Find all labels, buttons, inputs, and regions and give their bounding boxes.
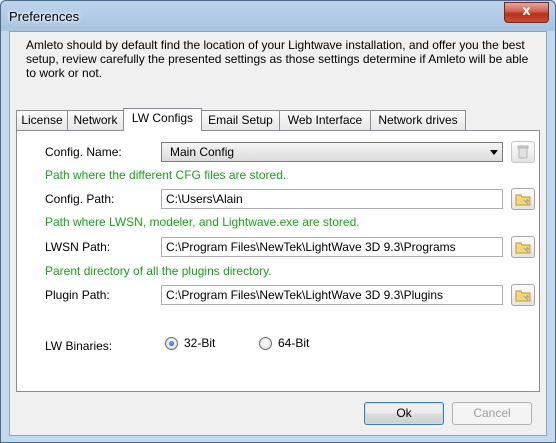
title-bar[interactable]: Preferences x (1, 1, 555, 31)
radio-32-bit-label[interactable]: 32-Bit (184, 336, 215, 350)
config-name-label: Config. Name: (45, 145, 122, 159)
radio-64-bit-label[interactable]: 64-Bit (278, 336, 309, 350)
lw-binaries-label: LW Binaries: (45, 339, 113, 353)
intro-text: Amleto should by default find the locati… (26, 38, 529, 80)
ok-button[interactable]: Ok (364, 402, 444, 425)
radio-64-bit[interactable] (259, 337, 272, 350)
plugin-path-hint: Parent directory of all the plugins dire… (45, 264, 272, 278)
tab-network-drives[interactable]: Network drives (370, 110, 466, 130)
dialog-body: Amleto should by default find the locati… (9, 31, 547, 436)
config-name-value: Main Config (170, 145, 235, 159)
lwsn-path-input[interactable]: C:\Program Files\NewTek\LightWave 3D 9.3… (161, 237, 503, 257)
plugin-path-label: Plugin Path: (45, 288, 110, 302)
radio-32-bit[interactable] (165, 337, 178, 350)
config-path-input[interactable]: C:\Users\Alain (161, 189, 503, 209)
folder-icon (515, 194, 531, 206)
preferences-window: Preferences x Amleto should by default f… (0, 0, 556, 443)
close-button[interactable]: x (504, 2, 549, 23)
chevron-down-icon (490, 150, 498, 155)
browse-plugin-path-button[interactable] (511, 284, 535, 306)
cancel-button[interactable]: Cancel (452, 402, 532, 425)
tab-network[interactable]: Network (67, 110, 124, 130)
folder-icon (515, 242, 531, 254)
delete-config-button[interactable] (511, 141, 535, 163)
folder-icon (515, 290, 531, 302)
config-name-select[interactable]: Main Config (161, 142, 503, 162)
tab-web-interface[interactable]: Web Interface (279, 110, 371, 130)
tab-lw-configs[interactable]: LW Configs (123, 108, 202, 131)
lwsn-path-label: LWSN Path: (45, 240, 111, 254)
lw-configs-panel: Config. Name: Main Config Path where the… (16, 130, 540, 392)
window-title: Preferences (9, 9, 80, 24)
lwsn-path-hint: Path where LWSN, modeler, and Lightwave.… (45, 215, 360, 229)
tab-email-setup[interactable]: Email Setup (201, 110, 280, 130)
close-icon: x (522, 4, 531, 19)
tab-license[interactable]: License (16, 110, 68, 130)
browse-config-path-button[interactable] (511, 188, 535, 210)
config-path-hint: Path where the different CFG files are s… (45, 168, 287, 182)
browse-lwsn-path-button[interactable] (511, 236, 535, 258)
trash-icon (517, 145, 529, 159)
config-path-label: Config. Path: (45, 192, 115, 206)
plugin-path-input[interactable]: C:\Program Files\NewTek\LightWave 3D 9.3… (161, 285, 503, 305)
